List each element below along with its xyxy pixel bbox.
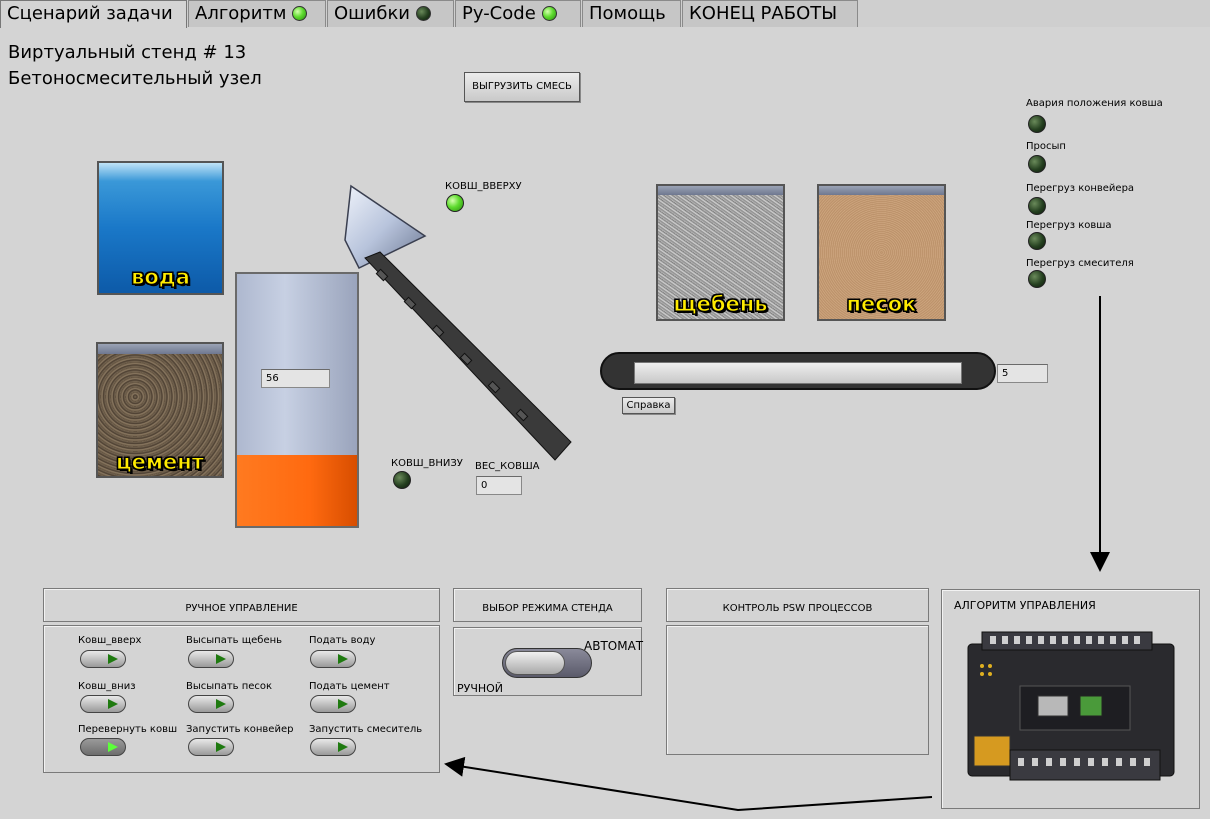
toggle-arrow-icon	[216, 654, 226, 664]
mode-auto-label: АВТОМАТ	[584, 639, 644, 653]
toggle-arrow-icon	[216, 699, 226, 709]
toggle-arrow-icon	[108, 654, 118, 664]
bucket-down-toggle[interactable]	[80, 695, 126, 713]
arrow-to-manual	[444, 756, 933, 812]
mode-switch[interactable]	[502, 648, 592, 678]
flip-bucket-toggle[interactable]	[80, 738, 126, 756]
mode-panel: АВТОМАТ РУЧНОЙ	[453, 627, 644, 696]
psw-panel	[666, 625, 929, 755]
ctrl-label-bucket-down: Ковш_вниз	[78, 681, 136, 692]
toggle-arrow-icon	[108, 699, 118, 709]
manual-title: РУЧНОЕ УПРАВЛЕНИЕ	[185, 603, 298, 614]
toggle-arrow-icon	[338, 654, 348, 664]
ctrl-label-feed-water: Подать воду	[309, 635, 376, 646]
algorithm-title: АЛГОРИТМ УПРАВЛЕНИЯ	[954, 599, 1096, 612]
ctrl-label-bucket-up: Ковш_вверх	[78, 635, 142, 646]
psw-title-panel: КОНТРОЛЬ PSW ПРОЦЕССОВ	[666, 588, 929, 622]
feed-water-toggle[interactable]	[310, 650, 356, 668]
ctrl-label-flip-bucket: Перевернуть ковш	[78, 724, 178, 735]
mode-title-panel: ВЫБОР РЕЖИМА СТЕНДА	[453, 588, 642, 622]
manual-control-panel: Ковш_вверх Высыпать щебень Подать воду К…	[43, 625, 440, 773]
ctrl-label-dump-sand: Высыпать песок	[186, 681, 273, 692]
dump-sand-toggle[interactable]	[188, 695, 234, 713]
start-mixer-toggle[interactable]	[310, 738, 356, 756]
dump-gravel-toggle[interactable]	[188, 650, 234, 668]
manual-title-panel: РУЧНОЕ УПРАВЛЕНИЕ	[43, 588, 440, 622]
mode-manual-label: РУЧНОЙ	[457, 682, 504, 695]
algorithm-panel: АЛГОРИТМ УПРАВЛЕНИЯ	[941, 589, 1200, 809]
toggle-arrow-icon	[108, 742, 118, 752]
ctrl-label-feed-cement: Подать цемент	[309, 681, 390, 692]
ctrl-label-start-conveyor: Запустить конвейер	[186, 724, 294, 735]
toggle-arrow-icon	[216, 742, 226, 752]
feed-cement-toggle[interactable]	[310, 695, 356, 713]
ctrl-label-dump-gravel: Высыпать щебень	[186, 635, 283, 646]
start-conveyor-toggle[interactable]	[188, 738, 234, 756]
mode-title: ВЫБОР РЕЖИМА СТЕНДА	[482, 603, 613, 614]
mode-switch-knob[interactable]	[505, 651, 565, 675]
ctrl-label-start-mixer: Запустить смеситель	[309, 724, 423, 735]
toggle-arrow-icon	[338, 699, 348, 709]
bucket-up-toggle[interactable]	[80, 650, 126, 668]
toggle-arrow-icon	[338, 742, 348, 752]
plc-controller-icon	[967, 631, 1175, 781]
psw-title: КОНТРОЛЬ PSW ПРОЦЕССОВ	[722, 603, 873, 614]
